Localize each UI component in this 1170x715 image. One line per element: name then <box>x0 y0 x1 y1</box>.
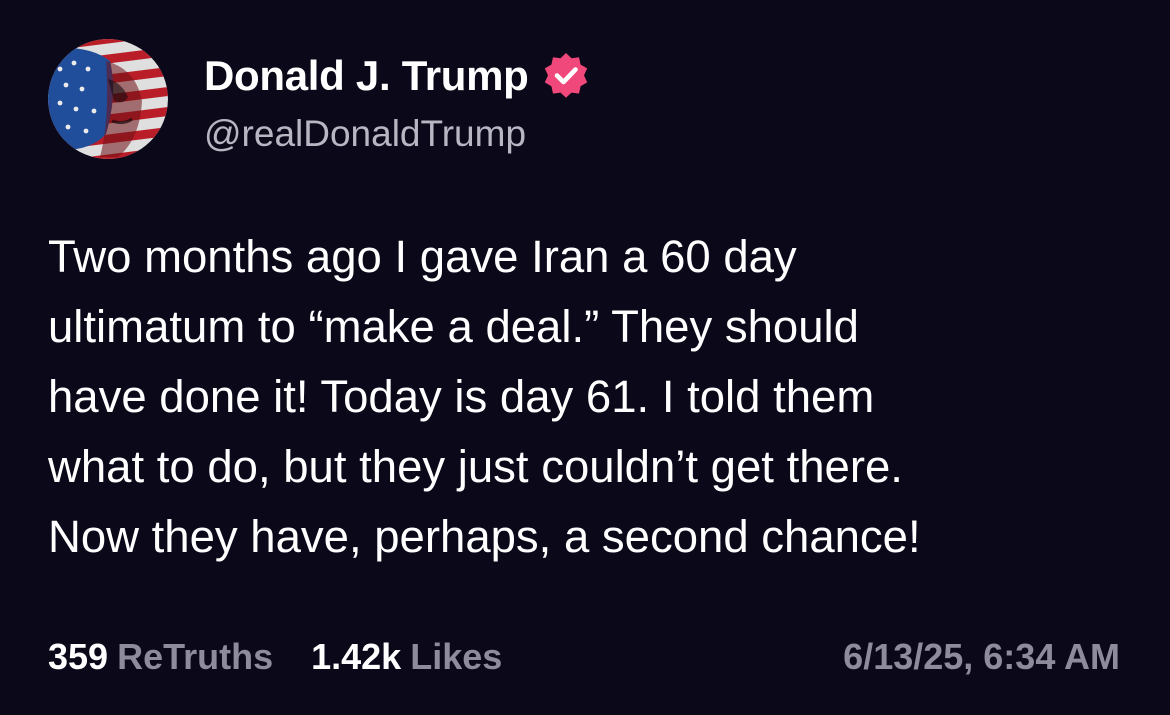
author-name-row: Donald J. Trump <box>204 52 591 100</box>
post-text: Two months ago I gave Iran a 60 day ulti… <box>48 231 921 562</box>
retruths-label: ReTruths <box>117 636 274 677</box>
author-handle[interactable]: @realDonaldTrump <box>204 113 526 155</box>
post-timestamp[interactable]: 6/13/25, 6:34 AM <box>843 632 1120 682</box>
likes-label: Likes <box>410 636 503 677</box>
retruths-count: 359 <box>48 636 109 677</box>
retruths-stat[interactable]: 359 ReTruths <box>48 636 273 678</box>
avatar-flag-portrait-image <box>48 39 168 159</box>
post-stats: 359 ReTruths 1.42k Likes <box>48 632 502 682</box>
likes-stat[interactable]: 1.42k Likes <box>311 636 502 678</box>
avatar[interactable] <box>48 39 168 159</box>
author-display-name[interactable]: Donald J. Trump <box>204 52 529 100</box>
truth-post-card: Donald J. Trump @realDonaldTrump Two mon… <box>0 0 1170 715</box>
verified-badge-icon <box>544 53 587 98</box>
likes-count: 1.42k <box>311 636 402 677</box>
